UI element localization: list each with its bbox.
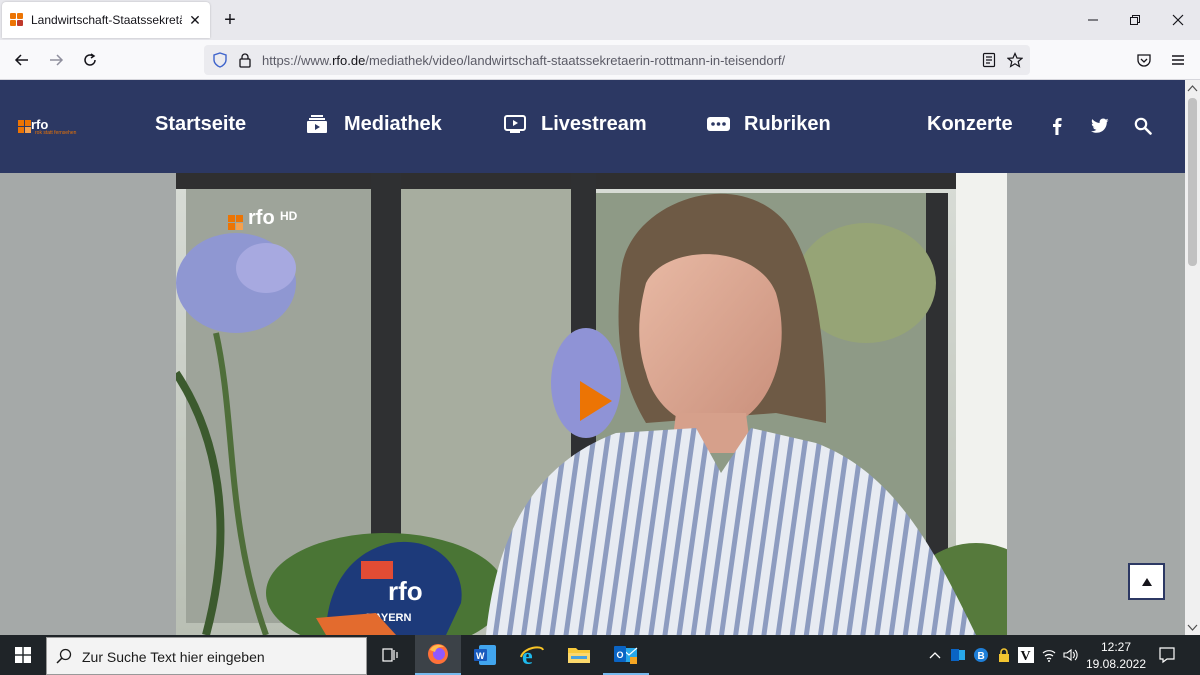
hamburger-menu-icon[interactable] bbox=[1170, 52, 1186, 73]
scroll-up-icon[interactable] bbox=[1185, 82, 1200, 96]
tray-bitdefender-icon[interactable]: B bbox=[973, 647, 989, 668]
url-prefix: https://www. bbox=[262, 53, 333, 68]
video-watermark-hd: HD bbox=[280, 209, 298, 223]
tab-close-icon[interactable]: ✕ bbox=[188, 12, 202, 29]
minimize-icon[interactable] bbox=[1073, 6, 1113, 34]
livestream-icon bbox=[504, 114, 526, 134]
arrow-up-icon bbox=[1141, 577, 1152, 586]
nav-mediathek[interactable]: Mediathek bbox=[344, 113, 442, 136]
nav-livestream[interactable]: Livestream bbox=[541, 113, 647, 136]
url-text[interactable]: https://www.rfo.de/mediathek/video/landw… bbox=[262, 53, 785, 68]
page-scrollbar[interactable] bbox=[1185, 80, 1200, 635]
svg-text:O: O bbox=[617, 650, 624, 660]
forward-arrow-icon[interactable] bbox=[43, 47, 69, 73]
svg-text:W: W bbox=[476, 651, 485, 661]
clock-date[interactable]: 19.08.2022 bbox=[1084, 657, 1148, 671]
nav-konzerte[interactable]: Konzerte bbox=[927, 113, 1013, 136]
mediathek-icon bbox=[307, 114, 327, 134]
lock-icon[interactable] bbox=[237, 52, 253, 73]
logo-tagline: rok statt fernsehen bbox=[35, 130, 77, 136]
new-tab-icon[interactable]: + bbox=[219, 8, 241, 32]
scrollbar-thumb[interactable] bbox=[1188, 98, 1197, 266]
clock-time[interactable]: 12:27 bbox=[1091, 640, 1141, 654]
wifi-icon[interactable] bbox=[1041, 647, 1057, 668]
reload-icon[interactable] bbox=[77, 47, 103, 73]
notification-center-icon[interactable] bbox=[1158, 646, 1176, 669]
url-domain: rfo.de bbox=[332, 53, 366, 68]
play-icon[interactable] bbox=[579, 380, 613, 427]
scroll-down-icon[interactable] bbox=[1185, 620, 1200, 634]
volume-icon[interactable] bbox=[1062, 647, 1078, 668]
nav-startseite[interactable]: Startseite bbox=[155, 113, 246, 136]
internet-explorer-icon[interactable]: e bbox=[509, 635, 555, 675]
browser-tab[interactable]: Landwirtschaft-Staatssekretärin ✕ bbox=[2, 2, 210, 38]
pocket-icon[interactable] bbox=[1136, 52, 1152, 73]
tray-lock-icon[interactable] bbox=[996, 647, 1012, 668]
tab-title: Landwirtschaft-Staatssekretärin bbox=[31, 13, 182, 27]
task-view-icon[interactable] bbox=[367, 635, 413, 675]
scroll-to-top-button[interactable] bbox=[1128, 563, 1165, 600]
back-arrow-icon[interactable] bbox=[9, 47, 35, 73]
mic-label: rfo bbox=[388, 576, 423, 606]
restore-icon[interactable] bbox=[1115, 6, 1155, 34]
reader-view-icon[interactable] bbox=[981, 52, 997, 73]
logo-mark-icon bbox=[18, 120, 31, 133]
tray-chevron-up-icon[interactable] bbox=[928, 648, 942, 667]
close-window-icon[interactable] bbox=[1158, 6, 1198, 34]
svg-text:B: B bbox=[978, 651, 985, 662]
facebook-icon[interactable] bbox=[1049, 117, 1069, 137]
file-explorer-icon[interactable] bbox=[556, 635, 602, 675]
firefox-taskbar-icon[interactable] bbox=[415, 635, 461, 675]
twitter-icon[interactable] bbox=[1091, 118, 1111, 138]
outlook-taskbar-icon[interactable]: O bbox=[603, 635, 649, 675]
rubriken-icon bbox=[707, 114, 731, 134]
word-taskbar-icon[interactable]: W bbox=[462, 635, 508, 675]
rfo-favicon-icon bbox=[10, 13, 24, 27]
video-watermark: rfo bbox=[248, 207, 275, 229]
tray-outlook-icon[interactable] bbox=[950, 647, 966, 668]
tracking-shield-icon[interactable] bbox=[212, 52, 228, 73]
taskbar-search-placeholder: Zur Suche Text hier eingeben bbox=[82, 649, 265, 665]
nav-rubriken[interactable]: Rubriken bbox=[744, 113, 831, 136]
bookmark-star-icon[interactable] bbox=[1006, 52, 1024, 73]
taskbar-search-icon bbox=[56, 648, 72, 669]
search-icon[interactable] bbox=[1134, 117, 1154, 137]
tray-app-v-icon[interactable]: V bbox=[1018, 647, 1034, 668]
windows-start-icon[interactable] bbox=[0, 635, 46, 675]
svg-text:V: V bbox=[1021, 649, 1031, 663]
url-path: /mediathek/video/landwirtschaft-staatsse… bbox=[365, 53, 786, 68]
site-logo[interactable]: rfo rok statt fernsehen bbox=[18, 117, 82, 137]
video-player[interactable]: rfo BAYERN rfo HD bbox=[176, 173, 1007, 635]
